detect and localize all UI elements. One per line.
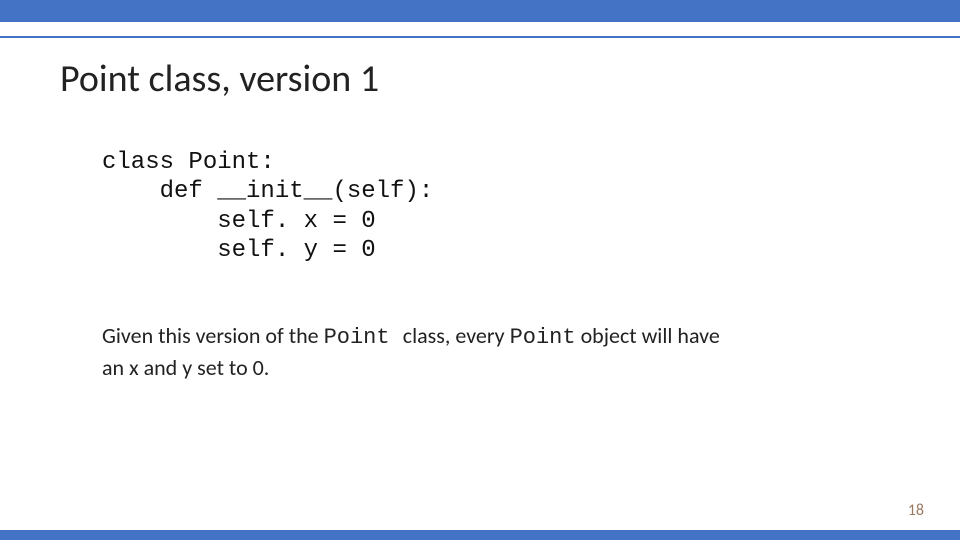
top-accent-bar: [0, 0, 960, 22]
desc-text-3: object will have: [576, 322, 720, 349]
page-number: 18: [908, 501, 924, 520]
bottom-accent-bar: [0, 530, 960, 540]
desc-code-point-2: Point: [510, 325, 576, 350]
desc-code-point-1: Point: [324, 325, 403, 350]
slide-title: Point class, version 1: [60, 56, 900, 102]
code-block: class Point: def __init__(self): self. x…: [102, 148, 900, 265]
desc-text-4: an x and y set to 0.: [102, 354, 269, 381]
slide-content: Point class, version 1 class Point: def …: [0, 38, 960, 382]
description-text: Given this version of the Point class, e…: [102, 321, 900, 382]
desc-text-1: Given this version of the: [102, 322, 324, 349]
desc-text-2: class, every: [403, 322, 510, 349]
